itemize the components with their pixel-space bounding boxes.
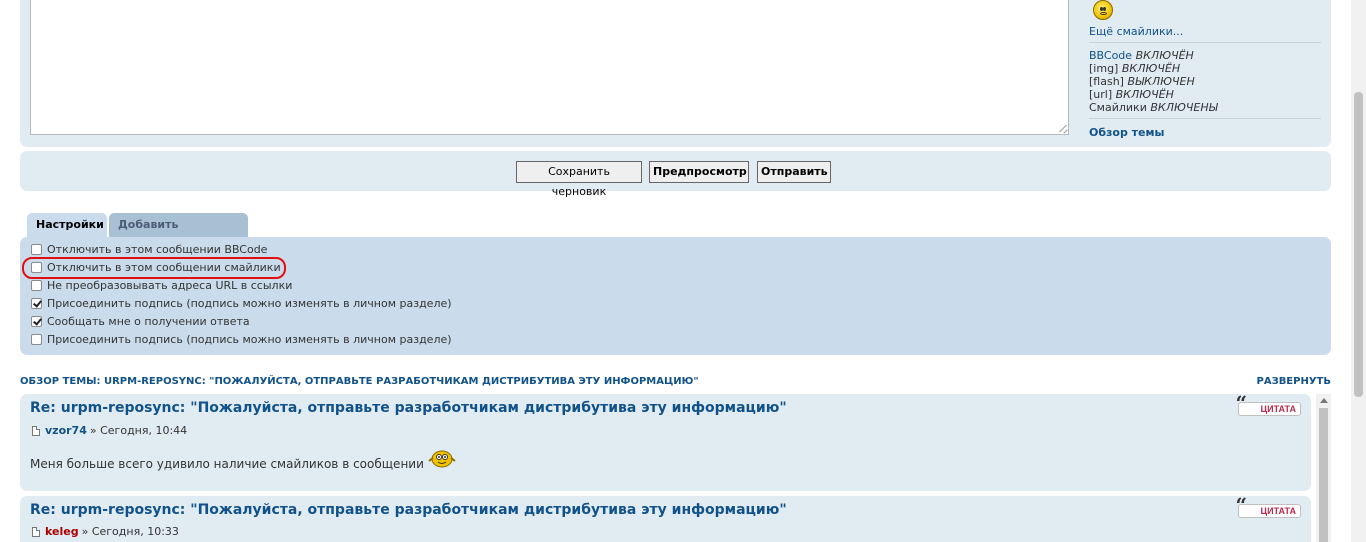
post-time: Сегодня, 10:33 — [91, 525, 179, 538]
topic-review-header: Обзор темы: urpm-reposync: "Пожалуйста, … — [20, 376, 699, 387]
post-title-link[interactable]: Re: urpm-reposync: "Пожалуйста, отправьт… — [30, 502, 787, 518]
post-author-link[interactable]: keleg — [45, 525, 79, 538]
option-attach-signature[interactable]: Присоединить подпись (подпись можно изме… — [31, 296, 452, 310]
scrollbar-thumb[interactable] — [1319, 408, 1328, 542]
tab-settings[interactable]: Настройки — [27, 213, 107, 237]
quote-button[interactable]: “ЦИТАТА — [1236, 495, 1301, 518]
checkbox[interactable] — [31, 333, 42, 345]
post-title-link[interactable]: Re: urpm-reposync: "Пожалуйста, отправьт… — [30, 400, 787, 416]
checkbox[interactable] — [31, 279, 42, 291]
checkbox-checked[interactable] — [31, 315, 42, 327]
message-textarea[interactable] — [30, 0, 1069, 135]
status-flash: [flash] ВЫКЛЮЧЕН — [1089, 75, 1195, 88]
option-no-url-parse[interactable]: Не преобразовывать адреса URL в ссылки — [31, 278, 292, 292]
post-author-link[interactable]: vzor74 — [45, 424, 87, 437]
preview-button[interactable]: Предпросмотр — [649, 161, 749, 183]
post-body: Меня больше всего удивило наличие смайли… — [30, 450, 456, 474]
review-post: Re: urpm-reposync: "Пожалуйста, отправьт… — [20, 495, 1311, 542]
review-scrollbar[interactable] — [1316, 394, 1331, 542]
smiley-icon — [428, 450, 456, 468]
post-time: Сегодня, 10:44 — [100, 424, 188, 437]
page-scrollbar[interactable] — [1351, 0, 1366, 542]
post-meta: keleg » Сегодня, 10:33 — [32, 525, 179, 538]
quote-icon: “ — [1235, 493, 1248, 517]
resize-grip-icon[interactable] — [1059, 125, 1067, 133]
bbcode-help-link[interactable]: BBCode — [1089, 49, 1132, 62]
expand-link[interactable]: РАЗВЕРНУТЬ — [1257, 376, 1331, 387]
option-notify-reply[interactable]: Сообщать мне о получении ответа — [31, 314, 250, 328]
divider — [1089, 42, 1321, 43]
quote-icon: “ — [1235, 391, 1248, 415]
status-img: [img] ВКЛЮЧЁН — [1089, 62, 1181, 75]
review-post: Re: urpm-reposync: "Пожалуйста, отправьт… — [20, 393, 1311, 491]
option-attach-signature-2[interactable]: Присоединить подпись (подпись можно изме… — [31, 332, 452, 346]
submit-button[interactable]: Отправить — [757, 161, 831, 183]
quote-button[interactable]: “ЦИТАТА — [1236, 393, 1301, 416]
smiley-icon[interactable] — [1093, 0, 1113, 20]
bbcode-status-list: BBCode ВКЛЮЧЁН [img] ВКЛЮЧЁН [flash] ВЫК… — [1089, 49, 1218, 114]
status-url: [url] ВКЛЮЧЁН — [1089, 88, 1174, 101]
status-smileys: Смайлики ВКЛЮЧЕНЫ — [1089, 101, 1218, 114]
save-draft-button[interactable]: Сохранить черновик — [516, 161, 642, 198]
post-meta: vzor74 » Сегодня, 10:44 — [32, 424, 187, 437]
post-icon[interactable] — [32, 425, 40, 436]
more-smileys-link[interactable]: Ещё смайлики... — [1089, 25, 1183, 38]
checkbox-checked[interactable] — [31, 297, 42, 309]
status-bbcode: BBCode ВКЛЮЧЁН — [1089, 49, 1194, 62]
topic-review-link[interactable]: Обзор темы — [1089, 126, 1164, 139]
scrollbar-thumb[interactable] — [1354, 92, 1363, 397]
divider — [1089, 118, 1321, 119]
checkbox[interactable] — [31, 243, 42, 255]
post-icon[interactable] — [32, 526, 40, 537]
tab-attachments[interactable]: Добавить вложения — [109, 213, 248, 255]
scroll-up-icon[interactable] — [1320, 398, 1328, 403]
highlight-annotation — [22, 257, 286, 279]
option-disable-bbcode[interactable]: Отключить в этом сообщении BBCode — [31, 242, 267, 256]
